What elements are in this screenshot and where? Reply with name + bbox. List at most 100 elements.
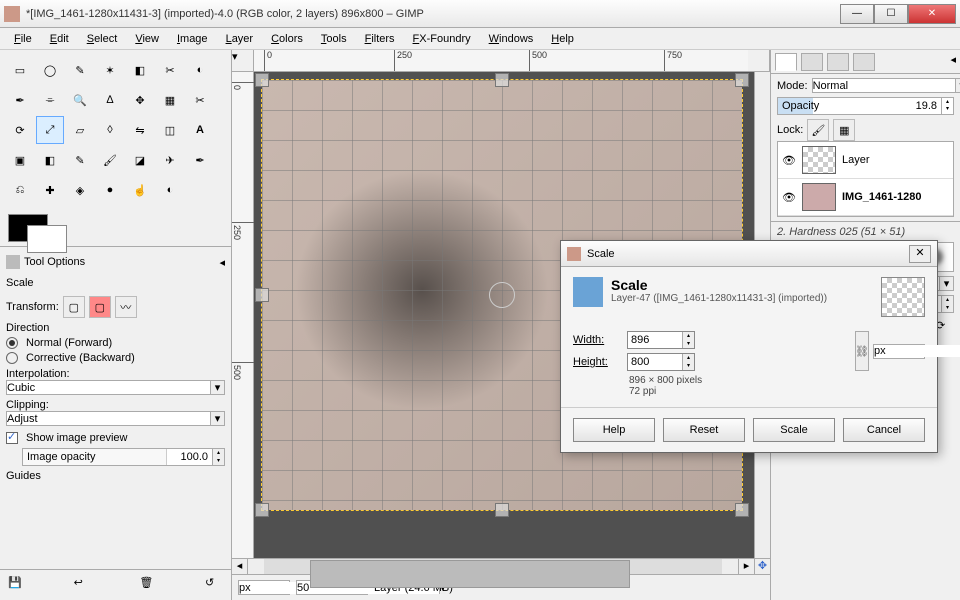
menu-tools[interactable]: Tools: [313, 31, 355, 47]
clipping-select[interactable]: ▾: [6, 411, 225, 426]
tool-blend[interactable]: ◧: [36, 146, 64, 174]
tool-by-color[interactable]: ◧: [126, 56, 154, 84]
cancel-button[interactable]: Cancel: [843, 418, 925, 442]
menu-edit[interactable]: Edit: [42, 31, 77, 47]
quickmask-toggle[interactable]: [748, 50, 770, 71]
tool-flip[interactable]: ⇋: [126, 116, 154, 144]
layer-name[interactable]: IMG_1461-1280: [842, 191, 922, 203]
handle-sw[interactable]: [255, 503, 269, 517]
maximize-button[interactable]: ☐: [874, 4, 908, 24]
tool-scissors[interactable]: ✂: [156, 56, 184, 84]
menu-filters[interactable]: Filters: [357, 31, 403, 47]
menu-select[interactable]: Select: [79, 31, 126, 47]
minimize-button[interactable]: —: [840, 4, 874, 24]
handle-n[interactable]: [495, 73, 509, 87]
tool-perspective[interactable]: ◊: [96, 116, 124, 144]
handle-ne[interactable]: [735, 73, 749, 87]
handle-se[interactable]: [735, 503, 749, 517]
delete-options-icon[interactable]: 🗑: [139, 576, 157, 594]
tool-eraser[interactable]: ◪: [126, 146, 154, 174]
unit-select-dialog[interactable]: ▾: [873, 344, 925, 359]
menu-colors[interactable]: Colors: [263, 31, 311, 47]
radio-corrective[interactable]: [6, 352, 18, 364]
tool-align[interactable]: ▦: [156, 86, 184, 114]
lock-alpha-icon[interactable]: ▦: [833, 119, 855, 141]
tool-cage[interactable]: ◫: [156, 116, 184, 144]
lock-pixels-icon[interactable]: 🖌: [807, 119, 829, 141]
tool-perspective-clone[interactable]: ◈: [66, 176, 94, 204]
pivot-icon[interactable]: [489, 282, 515, 308]
menu-layer[interactable]: Layer: [218, 31, 262, 47]
tool-ink[interactable]: ✒: [186, 146, 214, 174]
close-button[interactable]: ✕: [908, 4, 956, 24]
menu-windows[interactable]: Windows: [481, 31, 542, 47]
image-opacity-slider[interactable]: Image opacity 100.0 ▴▾: [22, 448, 225, 466]
tool-heal[interactable]: ✚: [36, 176, 64, 204]
interp-select[interactable]: ▾: [6, 380, 225, 395]
direction-normal[interactable]: Normal (Forward): [26, 337, 112, 349]
tab-undo-icon[interactable]: [853, 53, 875, 71]
layer-row[interactable]: 👁 IMG_1461-1280: [778, 179, 953, 216]
ruler-vertical[interactable]: 0 250 500: [232, 72, 254, 558]
tool-fuzzy-select[interactable]: ✶: [96, 56, 124, 84]
transform-target-layer[interactable]: ▢: [63, 296, 85, 318]
scrollbar-horizontal[interactable]: ◂ ▸ ✥: [232, 558, 770, 574]
preview-label[interactable]: Show image preview: [26, 432, 128, 444]
tool-color-picker[interactable]: ⌯: [36, 86, 64, 114]
tool-measure[interactable]: ∆: [96, 86, 124, 114]
tab-layers-icon[interactable]: [775, 53, 797, 71]
tool-clone[interactable]: ⎌: [6, 176, 34, 204]
tool-airbrush[interactable]: ✈: [156, 146, 184, 174]
mode-select[interactable]: ▾: [812, 78, 960, 93]
transform-target-path[interactable]: 〰: [115, 296, 137, 318]
tool-paths[interactable]: ✒: [6, 86, 34, 114]
eye-icon[interactable]: 👁: [782, 191, 796, 204]
layer-opacity-slider[interactable]: Opacity 19.8 ▴▾: [777, 97, 954, 115]
dialog-close-button[interactable]: ✕: [909, 245, 931, 263]
save-options-icon[interactable]: 💾: [8, 576, 26, 594]
eye-icon[interactable]: 👁: [782, 154, 796, 167]
radio-normal[interactable]: [6, 337, 18, 349]
tool-bucket[interactable]: ▣: [6, 146, 34, 174]
help-button[interactable]: Help: [573, 418, 655, 442]
tool-shear[interactable]: ▱: [66, 116, 94, 144]
tool-free-select[interactable]: ✎: [66, 56, 94, 84]
tool-rotate[interactable]: ⟳: [6, 116, 34, 144]
ruler-horizontal[interactable]: 0 250 500 750: [254, 50, 748, 71]
tool-blur[interactable]: ●: [96, 176, 124, 204]
brush-refresh-icon[interactable]: ⟳: [936, 319, 954, 337]
handle-nw[interactable]: [255, 73, 269, 87]
reset-button[interactable]: Reset: [663, 418, 745, 442]
preview-check[interactable]: [6, 432, 18, 444]
tool-text[interactable]: A: [186, 116, 214, 144]
direction-corrective[interactable]: Corrective (Backward): [26, 352, 135, 364]
tool-rect-select[interactable]: ▭: [6, 56, 34, 84]
tool-foreground[interactable]: ◐: [186, 56, 214, 84]
tool-paintbrush[interactable]: 🖌: [96, 146, 124, 174]
tool-crop[interactable]: ✂: [186, 86, 214, 114]
tool-smudge[interactable]: ☝: [126, 176, 154, 204]
menu-help[interactable]: Help: [543, 31, 582, 47]
tool-scale[interactable]: ⤢: [36, 116, 64, 144]
tool-move[interactable]: ✥: [126, 86, 154, 114]
transform-target-selection[interactable]: ▢: [89, 296, 111, 318]
menu-fxfoundry[interactable]: FX-Foundry: [405, 31, 479, 47]
layer-row[interactable]: 👁 Layer: [778, 142, 953, 179]
ruler-corner[interactable]: ▾: [232, 50, 254, 71]
restore-options-icon[interactable]: ↩: [74, 576, 92, 594]
color-swatch[interactable]: [8, 214, 48, 242]
unit-select[interactable]: ▾: [238, 580, 290, 595]
reset-options-icon[interactable]: ↺: [205, 576, 223, 594]
tool-ellipse-select[interactable]: ◯: [36, 56, 64, 84]
tool-pencil[interactable]: ✎: [66, 146, 94, 174]
scale-button[interactable]: Scale: [753, 418, 835, 442]
handle-w[interactable]: [255, 288, 269, 302]
tab-channels-icon[interactable]: [801, 53, 823, 71]
width-input[interactable]: ▴▾: [627, 331, 695, 349]
menu-file[interactable]: File: [6, 31, 40, 47]
menu-view[interactable]: View: [127, 31, 167, 47]
layer-name[interactable]: Layer: [842, 154, 870, 166]
tool-zoom[interactable]: 🔍: [66, 86, 94, 114]
chain-link-icon[interactable]: ⛓: [855, 331, 869, 371]
handle-s[interactable]: [495, 503, 509, 517]
